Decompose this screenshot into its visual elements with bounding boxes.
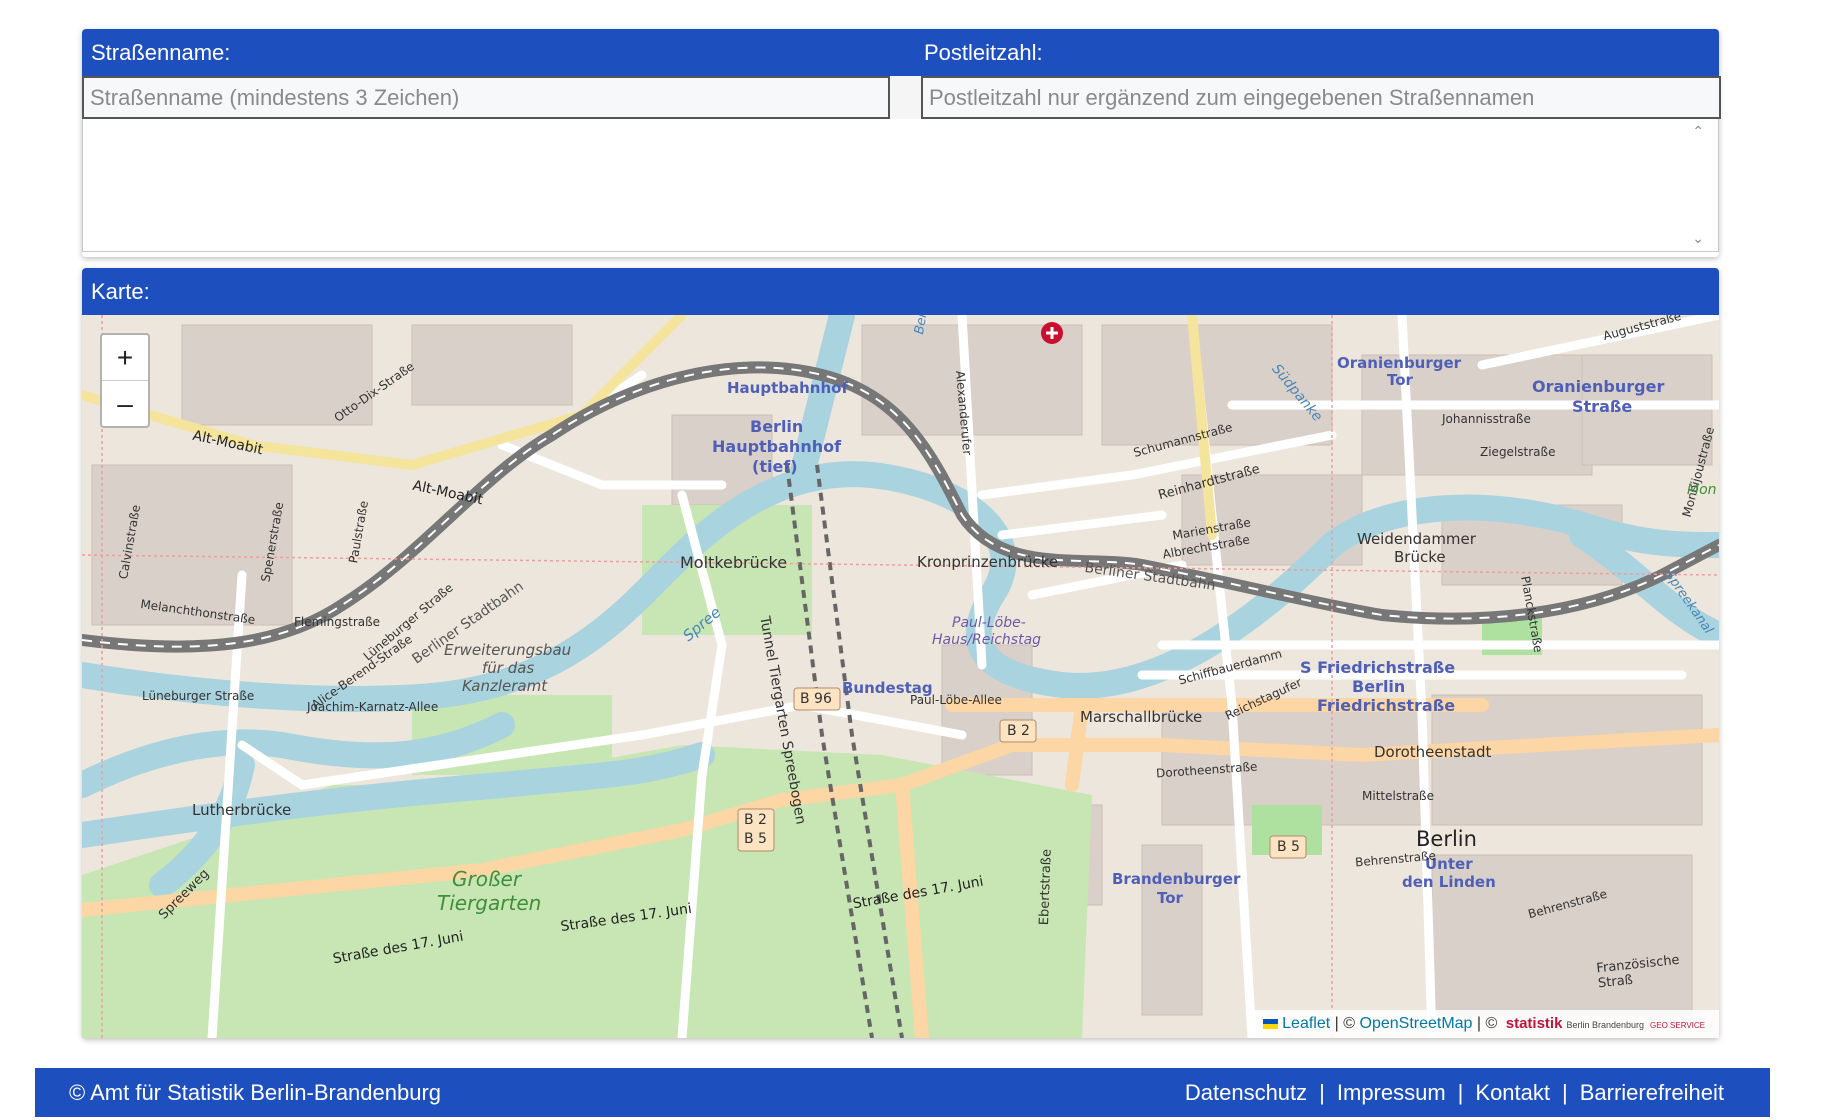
map-panel: Karte: Hauptbahnhof Berlin Hauptbahnhof … — [82, 268, 1719, 1038]
zoom-out-button[interactable]: – — [102, 380, 148, 426]
footer-separator: | — [1319, 1080, 1325, 1105]
page-footer: © Amt für Statistik Berlin-Brandenburg D… — [35, 1068, 1770, 1117]
footer-link-kontakt[interactable]: Kontakt — [1475, 1080, 1550, 1105]
street-name-input[interactable] — [82, 76, 890, 119]
postal-code-input[interactable] — [921, 76, 1721, 119]
street-label: Straßenname: — [91, 40, 231, 65]
search-results-list[interactable]: ⌃ ⌄ — [82, 119, 1719, 252]
geo-service-logo: GEO SERVICE — [1650, 1021, 1705, 1030]
footer-copyright: © Amt für Statistik Berlin-Brandenburg — [69, 1080, 442, 1105]
attribution-separator: | © — [1476, 1015, 1498, 1032]
map-title: Karte: — [91, 279, 150, 304]
map-tiles[interactable] — [82, 315, 1719, 1038]
scroll-up-icon[interactable]: ⌃ — [1692, 123, 1704, 140]
footer-links: Datenschutz | Impressum | Kontakt | Barrierefr… — [1179, 1068, 1730, 1117]
map-header-bar: Karte: — [82, 268, 1719, 315]
attribution-separator: | © — [1334, 1015, 1356, 1032]
footer-separator: | — [1457, 1080, 1464, 1105]
ukraine-flag-icon — [1263, 1018, 1279, 1029]
address-search-panel: Straßenname: Postleitzahl: ⌃ ⌄ — [82, 29, 1721, 257]
postal-code-label: Postleitzahl: — [924, 40, 1043, 65]
map-attribution: Leaflet | © OpenStreetMap | © statistik B… — [1255, 1010, 1719, 1038]
zoom-in-button[interactable]: + — [102, 335, 148, 380]
footer-link-barrierefreiheit[interactable]: Barrierefreiheit — [1580, 1080, 1724, 1105]
scroll-down-icon[interactable]: ⌄ — [1692, 230, 1704, 247]
map-view[interactable]: Hauptbahnhof Berlin Hauptbahnhof (tief) … — [82, 315, 1719, 1038]
footer-separator: | — [1562, 1080, 1568, 1105]
footer-link-datenschutz[interactable]: Datenschutz — [1185, 1080, 1307, 1105]
footer-link-impressum[interactable]: Impressum — [1337, 1080, 1446, 1105]
zoom-control: + – — [100, 333, 150, 428]
statistik-logo-subtitle: Berlin Brandenburg — [1566, 1020, 1645, 1030]
statistik-logo: statistik — [1505, 1015, 1563, 1032]
search-inputs-row — [82, 76, 1721, 119]
search-header-bar: Straßenname: Postleitzahl: — [82, 29, 1719, 76]
openstreetmap-link[interactable]: OpenStreetMap — [1360, 1015, 1473, 1032]
leaflet-link[interactable]: Leaflet — [1282, 1015, 1330, 1032]
